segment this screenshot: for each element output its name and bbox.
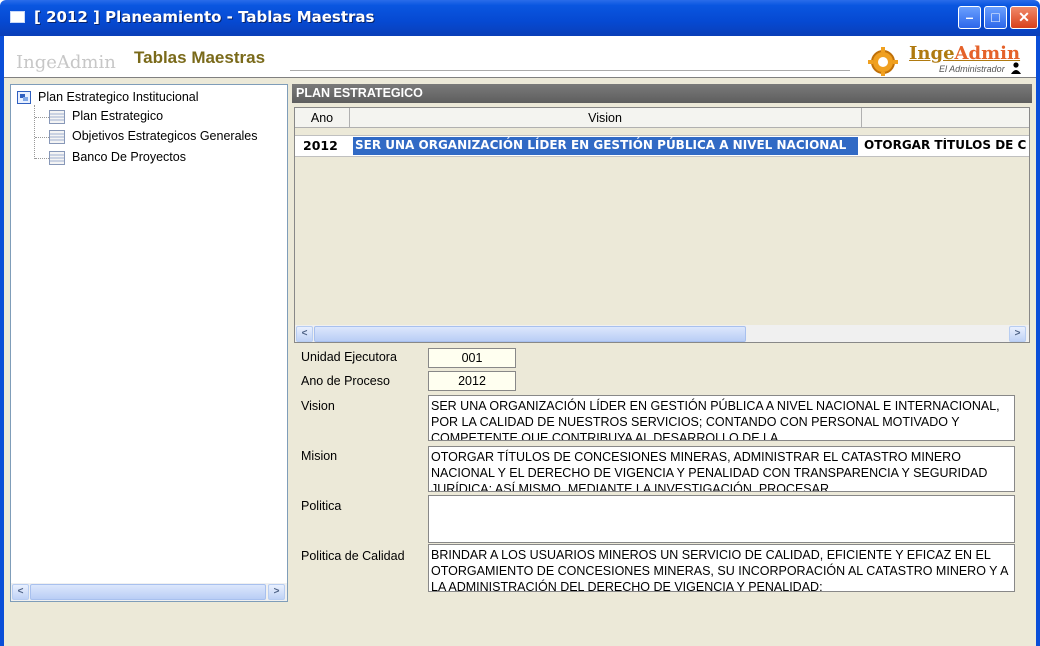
content-panel: PLAN ESTRATEGICO Ano Vision 2012 SER UNA…	[292, 84, 1032, 602]
scroll-right-icon[interactable]: >	[1009, 326, 1026, 342]
tree-root-icon	[17, 91, 31, 104]
logo-wordmark: IngeAdmin	[909, 43, 1020, 64]
table-icon	[49, 110, 65, 124]
tree-root-item[interactable]: Plan Estrategico Institucional	[38, 90, 199, 104]
close-button[interactable]: ✕	[1010, 6, 1038, 29]
scroll-thumb[interactable]	[30, 584, 266, 600]
gear-logo-icon	[868, 47, 898, 76]
column-header-vision[interactable]: Vision	[350, 111, 860, 125]
vision-label: Vision	[301, 399, 335, 413]
maximize-button[interactable]: □	[984, 6, 1007, 29]
tree-item-objetivos[interactable]: Objetivos Estrategicos Generales	[72, 129, 258, 143]
table-row[interactable]: 2012 SER UNA ORGANIZACIÓN LÍDER EN GESTI…	[295, 135, 1029, 157]
data-grid[interactable]: Ano Vision 2012 SER UNA ORGANIZACIÓN LÍD…	[294, 107, 1030, 343]
tree-item-banco-proyectos[interactable]: Banco De Proyectos	[72, 150, 186, 164]
minimize-button[interactable]: –	[958, 6, 981, 29]
cell-ano[interactable]: 2012	[303, 138, 343, 153]
section-title: PLAN ESTRATEGICO	[296, 86, 423, 100]
status-bar	[4, 606, 1036, 642]
tree-connector	[35, 117, 49, 118]
section-header: PLAN ESTRATEGICO	[292, 84, 1032, 103]
ano-proceso-label: Ano de Proceso	[301, 374, 390, 388]
header-divider	[290, 70, 850, 71]
vision-textarea[interactable]: SER UNA ORGANIZACIÓN LÍDER EN GESTIÓN PÚ…	[428, 395, 1015, 441]
brand-text: IngeAdmin	[16, 52, 116, 73]
grid-header: Ano Vision	[295, 108, 1029, 128]
politica-textarea[interactable]	[428, 495, 1015, 543]
page-title: Tablas Maestras	[134, 48, 266, 67]
unidad-ejecutora-field[interactable]: 001	[428, 348, 516, 368]
window-title: [ 2012 ] Planeamiento - Tablas Maestras	[34, 8, 375, 26]
scroll-right-icon[interactable]: >	[268, 584, 285, 600]
politica-calidad-textarea[interactable]: BRINDAR A LOS USUARIOS MINEROS UN SERVIC…	[428, 544, 1015, 592]
cell-mision[interactable]: OTORGAR TÍTULOS DE C	[864, 138, 1029, 152]
title-bar[interactable]: [ 2012 ] Planeamiento - Tablas Maestras …	[0, 0, 1040, 36]
grid-horizontal-scrollbar[interactable]: < >	[295, 325, 1029, 342]
mision-textarea[interactable]: OTORGAR TÍTULOS DE CONCESIONES MINERAS, …	[428, 446, 1015, 492]
tree-connector	[35, 158, 49, 159]
navigation-tree[interactable]: Plan Estrategico Institucional Plan Estr…	[10, 84, 288, 602]
unidad-ejecutora-label: Unidad Ejecutora	[301, 350, 397, 364]
logo-subtitle: El Administrador	[939, 64, 1005, 74]
logo-inge-text: Inge	[909, 43, 955, 64]
scroll-left-icon[interactable]: <	[296, 326, 313, 342]
app-header: IngeAdmin Tablas Maestras IngeAdmin El A…	[4, 36, 1036, 78]
tree-item-plan-estrategico[interactable]: Plan Estrategico	[72, 109, 163, 123]
cell-vision-selected[interactable]: SER UNA ORGANIZACIÓN LÍDER EN GESTIÓN PÚ…	[352, 136, 859, 156]
tree-connector	[35, 137, 49, 138]
logo-admin-text: Admin	[954, 43, 1021, 64]
table-icon	[49, 151, 65, 165]
scroll-left-icon[interactable]: <	[12, 584, 29, 600]
horizontal-scrollbar[interactable]: < >	[11, 583, 287, 601]
politica-calidad-label: Politica de Calidad	[301, 549, 405, 563]
mision-label: Mision	[301, 449, 338, 463]
person-icon	[1011, 62, 1021, 74]
app-icon	[10, 11, 25, 23]
detail-form: Unidad Ejecutora 001 Ano de Proceso 2012…	[292, 342, 1032, 602]
column-separator	[861, 108, 862, 128]
politica-label: Politica	[301, 499, 342, 513]
ano-proceso-field[interactable]: 2012	[428, 371, 516, 391]
scroll-thumb[interactable]	[314, 326, 746, 342]
tree-connector	[34, 105, 35, 159]
table-icon	[49, 130, 65, 144]
column-header-ano[interactable]: Ano	[295, 111, 349, 125]
